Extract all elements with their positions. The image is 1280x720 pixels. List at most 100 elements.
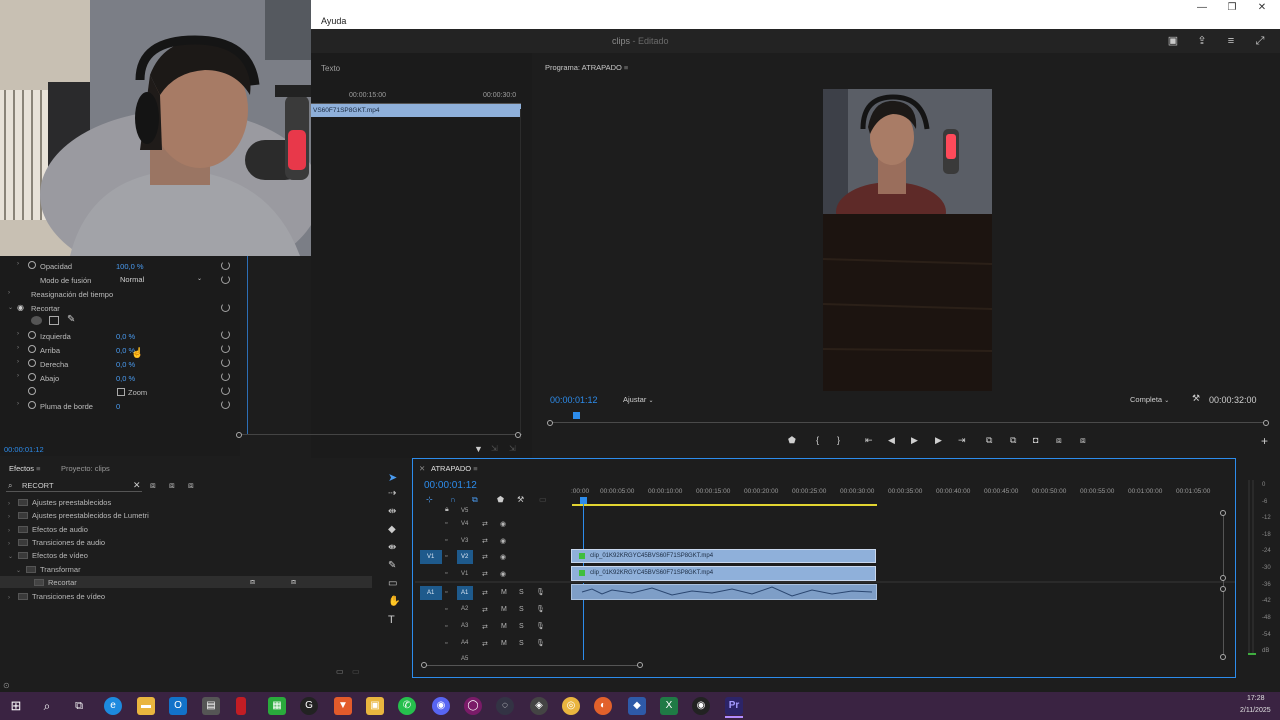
stopwatch-icon[interactable]: [28, 359, 36, 367]
quality-select[interactable]: Completa ⌄: [1130, 395, 1169, 404]
feather-value[interactable]: 0: [116, 402, 120, 411]
mute-button[interactable]: M: [501, 623, 507, 630]
task-view-icon[interactable]: ⧉: [70, 697, 88, 715]
eye-icon[interactable]: ◉: [500, 553, 506, 561]
timeline-horizontal-scrollbar[interactable]: [424, 665, 640, 666]
reset-icon[interactable]: [221, 400, 230, 409]
time-remap-label[interactable]: Reasignación del tiempo: [31, 290, 113, 299]
zoom-checkbox[interactable]: [117, 388, 125, 396]
taskbar-date[interactable]: 2/11/2025: [1240, 707, 1271, 714]
sync-lock-icon[interactable]: ⇄: [482, 606, 488, 614]
clip-v2[interactable]: clip_01K92KRGYC45BVS60F71SP8GKT.mp4: [571, 549, 876, 563]
lock-icon[interactable]: ▫: [445, 589, 447, 596]
microphone-icon[interactable]: 🎙︎: [536, 622, 545, 630]
store-icon[interactable]: ▣: [366, 697, 384, 715]
app-icon[interactable]: ◈: [530, 697, 548, 715]
discord-icon[interactable]: ◉: [432, 697, 450, 715]
rectangle-mask-icon[interactable]: [49, 316, 59, 325]
program-scrubber[interactable]: [550, 422, 1266, 423]
microphone-icon[interactable]: 🎙︎: [536, 639, 545, 647]
list-item[interactable]: ⌄ Transformar: [16, 565, 81, 574]
solo-button[interactable]: S: [519, 623, 524, 630]
close-button[interactable]: ✕: [1255, 2, 1269, 13]
restore-button[interactable]: ❐: [1225, 2, 1239, 13]
ellipse-mask-icon[interactable]: [31, 316, 42, 325]
solo-button[interactable]: S: [519, 589, 524, 596]
sync-lock-icon[interactable]: ⇄: [482, 623, 488, 631]
menu-help[interactable]: Ayuda: [321, 16, 346, 26]
edge-icon[interactable]: e: [104, 697, 122, 715]
slip-tool-icon[interactable]: ⇼: [388, 542, 396, 553]
quick-export-icon[interactable]: ▣: [1167, 35, 1179, 47]
firefox-icon[interactable]: ◐: [594, 697, 612, 715]
new-bin-icon[interactable]: ▭: [336, 667, 344, 676]
hand-tool-icon[interactable]: ✋: [388, 596, 400, 607]
linked-selection-icon[interactable]: ⧉: [472, 495, 478, 505]
effect-controls-scrollbar[interactable]: [238, 434, 522, 435]
lock-icon[interactable]: ▫: [445, 623, 447, 630]
stopwatch-icon[interactable]: [28, 261, 36, 269]
bottom-value[interactable]: 0,0 %: [116, 374, 135, 383]
sync-lock-icon[interactable]: ⇄: [482, 570, 488, 578]
file-explorer-icon[interactable]: ▬: [137, 697, 155, 715]
list-item[interactable]: › Efectos de audio: [8, 525, 88, 534]
solo-button[interactable]: S: [519, 640, 524, 647]
nest-icon[interactable]: ⊹: [426, 495, 433, 504]
microphone-icon[interactable]: 🎙︎: [536, 588, 545, 596]
track-label-v2[interactable]: V2: [461, 554, 468, 560]
app-icon[interactable]: [236, 697, 246, 715]
trim-icon[interactable]: ⧈: [1080, 435, 1086, 446]
accelerated-effects-icon[interactable]: ⧈: [150, 480, 156, 491]
app-icon[interactable]: ◌: [496, 697, 514, 715]
taskbar-time[interactable]: 17:28: [1247, 695, 1265, 702]
mute-button[interactable]: M: [501, 589, 507, 596]
tab-text[interactable]: Texto: [321, 64, 340, 73]
left-value[interactable]: 0,0 %: [116, 332, 135, 341]
yuv-effects-icon[interactable]: ⧈: [188, 480, 194, 491]
step-forward-icon[interactable]: ▶: [935, 435, 942, 446]
tab-effects[interactable]: Efectos ≡: [9, 464, 41, 473]
go-to-out-icon[interactable]: ⇥: [958, 435, 966, 446]
reset-icon[interactable]: [221, 275, 230, 284]
menu-icon[interactable]: ≡: [1225, 35, 1237, 47]
list-item[interactable]: › Ajustes preestablecidos: [8, 498, 111, 507]
timeline-playhead-handle[interactable]: [580, 497, 587, 504]
lock-icon[interactable]: ▫: [445, 553, 447, 560]
track-select-tool-icon[interactable]: ⇢: [388, 488, 396, 499]
list-item[interactable]: › Transiciones de vídeo: [8, 592, 105, 601]
eye-icon[interactable]: ◉: [500, 520, 506, 528]
lock-icon[interactable]: ▫: [445, 537, 447, 544]
program-playhead[interactable]: [573, 412, 580, 419]
camera-icon[interactable]: ◘: [1033, 435, 1038, 445]
effects-search-input[interactable]: RECORT: [22, 481, 142, 490]
windows-start-icon[interactable]: ⊞: [7, 697, 25, 715]
app-icon[interactable]: ◉: [692, 697, 710, 715]
reset-icon[interactable]: [221, 344, 230, 353]
minecraft-icon[interactable]: ▦: [268, 697, 286, 715]
lock-icon[interactable]: ▫: [445, 640, 447, 647]
snap-icon[interactable]: ∩: [450, 495, 456, 504]
reset-icon[interactable]: [221, 303, 230, 312]
search-icon[interactable]: ⌕: [38, 697, 56, 715]
program-monitor-title[interactable]: Programa: ATRAPADO ≡: [545, 63, 628, 72]
tab-project[interactable]: Proyecto: clips: [61, 464, 110, 473]
app-icon[interactable]: ◯: [464, 697, 482, 715]
whatsapp-icon[interactable]: ✆: [398, 697, 416, 715]
step-back-icon[interactable]: ◀: [888, 435, 895, 446]
list-item[interactable]: › Ajustes preestablecidos de Lumetri: [8, 511, 149, 520]
type-tool-icon[interactable]: T: [388, 614, 395, 626]
timeline-timecode[interactable]: 00:00:01:12: [424, 480, 477, 491]
sync-lock-icon[interactable]: ⇄: [482, 589, 488, 597]
stopwatch-icon[interactable]: [28, 345, 36, 353]
wrench-icon[interactable]: ⚒: [517, 495, 524, 504]
selection-tool-icon[interactable]: ➤: [388, 471, 397, 484]
fit-select[interactable]: Ajustar ⌄: [623, 395, 653, 404]
lock-icon[interactable]: 🔒︎: [445, 506, 449, 514]
program-timecode[interactable]: 00:00:01:12: [550, 395, 598, 405]
stopwatch-icon[interactable]: [28, 401, 36, 409]
fullscreen-icon[interactable]: ⤢: [1254, 35, 1266, 47]
pen-mask-icon[interactable]: ✎: [67, 314, 75, 325]
lift-icon[interactable]: ⧉: [986, 435, 992, 446]
mark-out-icon[interactable]: }: [837, 435, 840, 445]
minimize-button[interactable]: —: [1195, 2, 1209, 13]
